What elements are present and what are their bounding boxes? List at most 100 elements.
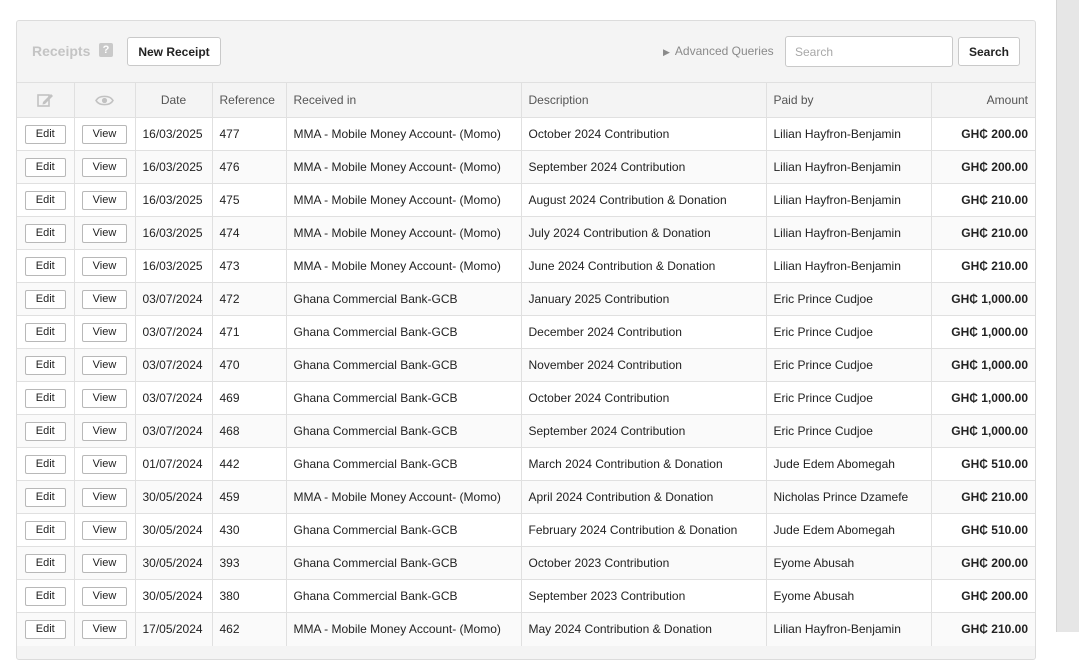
view-button[interactable]: View — [81, 355, 128, 375]
view-button[interactable]: View — [81, 289, 128, 309]
new-receipt-button[interactable]: New Receipt — [127, 37, 221, 66]
paid-by-cell: Lilian Hayfron-Benjamin — [766, 612, 932, 646]
edit-button[interactable]: Edit — [24, 553, 66, 573]
view-cell: View — [74, 513, 136, 547]
amount-cell: GH₵ 510.00 — [931, 447, 1035, 481]
edit-button[interactable]: Edit — [24, 256, 66, 276]
reference-cell: 462 — [212, 612, 287, 646]
view-button[interactable]: View — [81, 256, 128, 276]
page-scrollbar[interactable] — [1056, 0, 1079, 632]
advanced-queries-toggle[interactable]: ▶ Advanced Queries — [663, 44, 774, 58]
date-cell: 16/03/2025 — [135, 183, 213, 217]
paid-by-cell: Lilian Hayfron-Benjamin — [766, 216, 932, 250]
col-description-header[interactable]: Description — [521, 82, 767, 118]
view-button[interactable]: View — [81, 388, 128, 408]
received-in-cell: Ghana Commercial Bank-GCB — [286, 579, 522, 613]
description-cell: May 2024 Contribution & Donation — [521, 612, 767, 646]
view-button[interactable]: View — [81, 124, 128, 144]
amount-cell: GH₵ 1,000.00 — [931, 414, 1035, 448]
edit-cell: Edit — [17, 216, 75, 250]
amount-cell: GH₵ 1,000.00 — [931, 348, 1035, 382]
edit-button[interactable]: Edit — [24, 388, 66, 408]
received-in-cell: Ghana Commercial Bank-GCB — [286, 315, 522, 349]
view-cell: View — [74, 183, 136, 217]
edit-button[interactable]: Edit — [24, 289, 66, 309]
edit-button[interactable]: Edit — [24, 454, 66, 474]
description-cell: October 2024 Contribution — [521, 117, 767, 151]
view-button[interactable]: View — [81, 520, 128, 540]
description-cell: January 2025 Contribution — [521, 282, 767, 316]
view-button[interactable]: View — [81, 157, 128, 177]
view-cell: View — [74, 381, 136, 415]
paid-by-cell: Eyome Abusah — [766, 546, 932, 580]
view-button[interactable]: View — [81, 421, 128, 441]
receipts-table: Date Reference Received in Description P… — [17, 82, 1035, 646]
table-row: Edit View 16/03/2025 476 MMA - Mobile Money … — [17, 150, 1035, 184]
table-row: Edit View 03/07/2024 468 Ghana Commercial Ba… — [17, 414, 1035, 448]
col-paid-by-header[interactable]: Paid by — [766, 82, 932, 118]
edit-cell: Edit — [17, 546, 75, 580]
edit-button[interactable]: Edit — [24, 190, 66, 210]
edit-cell: Edit — [17, 612, 75, 646]
view-button[interactable]: View — [81, 553, 128, 573]
reference-cell: 380 — [212, 579, 287, 613]
view-button[interactable]: View — [81, 190, 128, 210]
description-cell: December 2024 Contribution — [521, 315, 767, 349]
view-button[interactable]: View — [81, 487, 128, 507]
edit-button[interactable]: Edit — [24, 421, 66, 441]
view-button[interactable]: View — [81, 322, 128, 342]
date-cell: 01/07/2024 — [135, 447, 213, 481]
edit-button[interactable]: Edit — [24, 355, 66, 375]
edit-button[interactable]: Edit — [24, 157, 66, 177]
date-cell: 03/07/2024 — [135, 315, 213, 349]
edit-button[interactable]: Edit — [24, 586, 66, 606]
view-cell: View — [74, 546, 136, 580]
reference-cell: 393 — [212, 546, 287, 580]
view-cell: View — [74, 447, 136, 481]
view-button[interactable]: View — [81, 454, 128, 474]
view-cell: View — [74, 216, 136, 250]
col-received-in-header[interactable]: Received in — [286, 82, 522, 118]
received-in-cell: Ghana Commercial Bank-GCB — [286, 282, 522, 316]
date-cell: 17/05/2024 — [135, 612, 213, 646]
edit-button[interactable]: Edit — [24, 223, 66, 243]
view-button[interactable]: View — [81, 619, 128, 639]
received-in-cell: MMA - Mobile Money Account- (Momo) — [286, 117, 522, 151]
date-cell: 30/05/2024 — [135, 579, 213, 613]
col-amount-header[interactable]: Amount — [931, 82, 1035, 118]
col-date-header[interactable]: Date — [135, 82, 213, 118]
received-in-cell: Ghana Commercial Bank-GCB — [286, 447, 522, 481]
view-cell: View — [74, 612, 136, 646]
received-in-cell: MMA - Mobile Money Account- (Momo) — [286, 183, 522, 217]
amount-cell: GH₵ 510.00 — [931, 513, 1035, 547]
amount-cell: GH₵ 1,000.00 — [931, 282, 1035, 316]
date-cell: 16/03/2025 — [135, 150, 213, 184]
description-cell: October 2023 Contribution — [521, 546, 767, 580]
reference-cell: 477 — [212, 117, 287, 151]
advanced-queries-label: Advanced Queries — [674, 44, 774, 58]
view-cell: View — [74, 150, 136, 184]
paid-by-cell: Nicholas Prince Dzamefe — [766, 480, 932, 514]
amount-cell: GH₵ 200.00 — [931, 150, 1035, 184]
edit-cell: Edit — [17, 249, 75, 283]
view-cell: View — [74, 117, 136, 151]
description-cell: September 2023 Contribution — [521, 579, 767, 613]
amount-cell: GH₵ 200.00 — [931, 579, 1035, 613]
edit-button[interactable]: Edit — [24, 619, 66, 639]
edit-cell: Edit — [17, 183, 75, 217]
col-reference-header[interactable]: Reference — [212, 82, 287, 118]
amount-cell: GH₵ 200.00 — [931, 117, 1035, 151]
search-button[interactable]: Search — [958, 37, 1020, 66]
edit-button[interactable]: Edit — [24, 520, 66, 540]
edit-button[interactable]: Edit — [24, 322, 66, 342]
edit-button[interactable]: Edit — [24, 124, 66, 144]
edit-button[interactable]: Edit — [24, 487, 66, 507]
table-row: Edit View 01/07/2024 442 Ghana Commercial Ba… — [17, 447, 1035, 481]
help-icon[interactable]: ? — [99, 43, 113, 57]
search-input[interactable] — [785, 36, 953, 67]
table-header-row: Date Reference Received in Description P… — [17, 82, 1035, 118]
amount-cell: GH₵ 1,000.00 — [931, 315, 1035, 349]
view-button[interactable]: View — [81, 586, 128, 606]
view-button[interactable]: View — [81, 223, 128, 243]
view-cell: View — [74, 282, 136, 316]
